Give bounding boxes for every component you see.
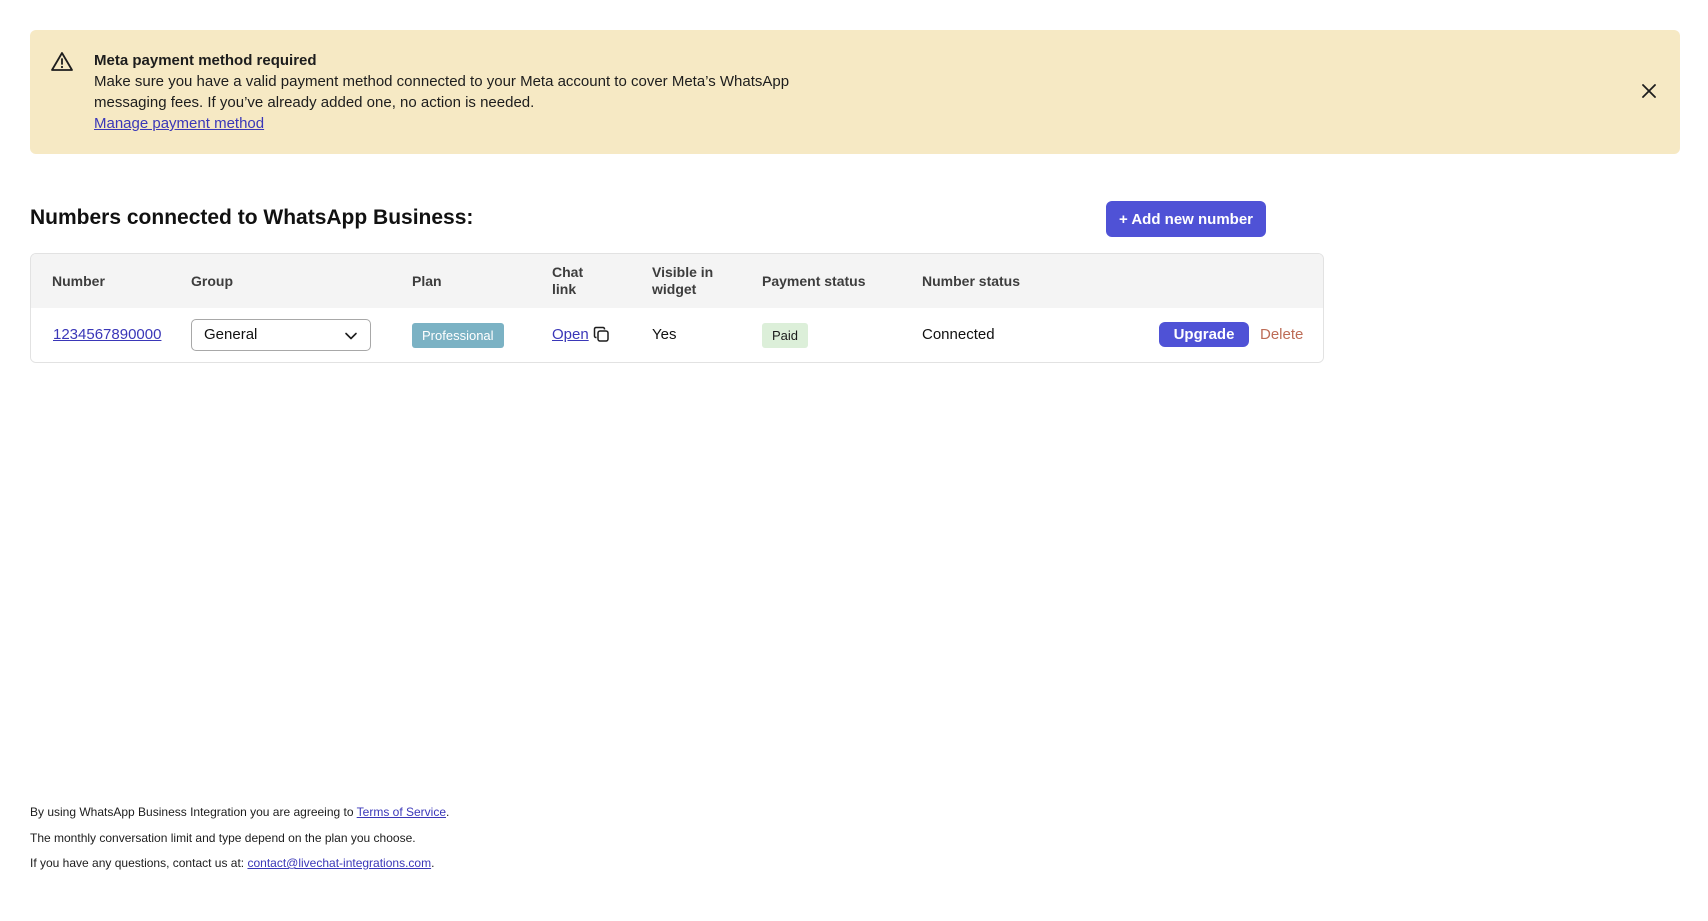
- payment-status-badge: Paid: [762, 323, 809, 348]
- number-link[interactable]: 1234567890000: [53, 325, 161, 345]
- numbers-table: Number Group Plan Chat link Visible in w…: [30, 253, 1324, 363]
- banner-title: Meta payment method required: [94, 52, 317, 69]
- number-status-value: Connected: [922, 326, 995, 343]
- copy-icon[interactable]: [593, 326, 610, 343]
- table-row: 1234567890000 General Professional Open …: [31, 308, 1323, 362]
- group-select-value: General: [204, 326, 258, 343]
- column-header-chat-link-line-2: link: [552, 281, 577, 297]
- close-icon[interactable]: [1638, 80, 1660, 102]
- delete-button[interactable]: Delete: [1260, 325, 1303, 345]
- column-header-number: Number: [52, 273, 105, 289]
- plan-badge: Professional: [412, 323, 504, 348]
- footer-contact-line: If you have any questions, contact us at…: [30, 855, 434, 871]
- group-select[interactable]: General: [191, 319, 371, 351]
- manage-payment-method-link[interactable]: Manage payment method: [94, 113, 264, 134]
- chevron-down-icon: [345, 332, 357, 340]
- visible-in-widget-value: Yes: [652, 326, 677, 343]
- banner-body: Meta payment method required Make sure y…: [94, 50, 814, 134]
- chat-link-open[interactable]: Open: [552, 325, 589, 345]
- upgrade-button[interactable]: Upgrade: [1159, 322, 1249, 347]
- footer-terms-line: By using WhatsApp Business Integration y…: [30, 804, 449, 820]
- column-header-number-status: Number status: [922, 273, 1021, 289]
- column-header-chat-link: Chat link: [552, 264, 583, 298]
- footer-terms-suffix: .: [446, 805, 450, 819]
- footer-contact-suffix: .: [431, 856, 435, 870]
- column-header-visible-line-2: widget: [652, 281, 697, 297]
- column-header-visible-line-1: Visible in: [652, 264, 714, 280]
- banner-message-line-1: Make sure you have a valid payment metho…: [94, 73, 790, 90]
- contact-email-link[interactable]: contact@livechat-integrations.com: [247, 856, 431, 870]
- payment-warning-banner: Meta payment method required Make sure y…: [30, 30, 1680, 154]
- banner-message-line-2: messaging fees. If you’ve already added …: [94, 94, 535, 111]
- warning-triangle-icon: [51, 52, 73, 71]
- column-header-plan: Plan: [412, 273, 442, 289]
- footer-contact-text: If you have any questions, contact us at…: [30, 856, 248, 870]
- column-header-group: Group: [191, 273, 233, 289]
- column-header-visible-in-widget: Visible in widget: [652, 264, 713, 298]
- terms-of-service-link[interactable]: Terms of Service: [357, 805, 446, 819]
- column-header-payment-status: Payment status: [762, 273, 866, 289]
- column-header-chat-link-line-1: Chat: [552, 264, 584, 280]
- add-new-number-button[interactable]: + Add new number: [1106, 201, 1266, 237]
- footer-plan-note: The monthly conversation limit and type …: [30, 831, 416, 845]
- page-title: Numbers connected to WhatsApp Business:: [30, 206, 474, 229]
- table-header: Number Group Plan Chat link Visible in w…: [31, 254, 1323, 308]
- footer-terms-text: By using WhatsApp Business Integration y…: [30, 805, 357, 819]
